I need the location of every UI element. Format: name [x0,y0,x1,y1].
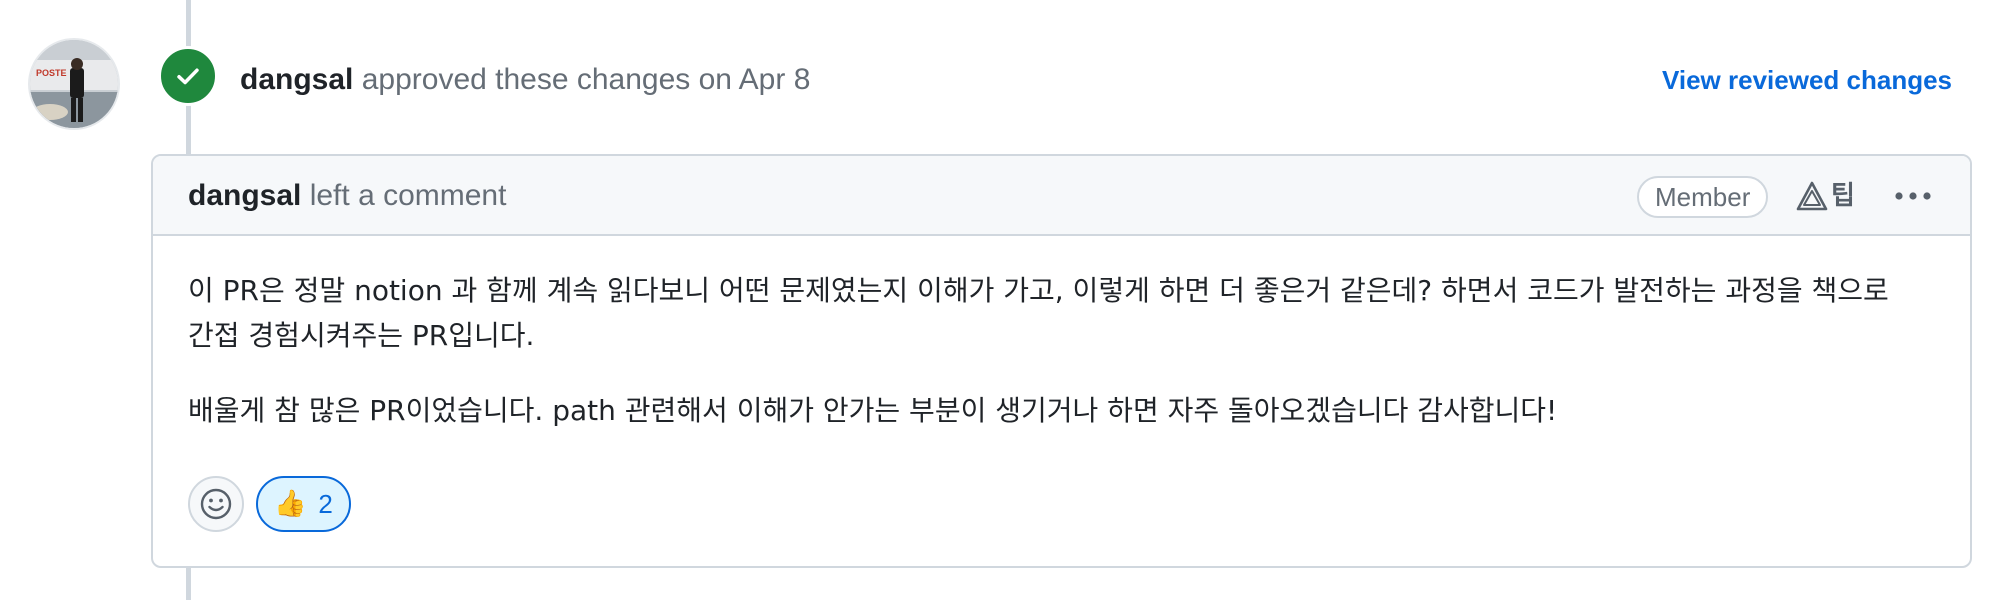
review-comment: dangsal left a comment Member 팁 이 PR은 정말… [151,154,1972,568]
comment-paragraph: 배울게 참 많은 PR이었습니다. path 관련해서 이해가 안가는 부분이 … [188,394,1558,427]
approved-status-badge [158,46,218,106]
add-reaction-button[interactable] [188,476,244,532]
view-reviewed-changes-link[interactable]: View reviewed changes [1662,62,1952,98]
kebab-horizontal-icon [1895,192,1931,200]
reaction-count: 2 [318,488,333,519]
avatar-photo: POSTE [30,40,118,128]
comment-action-text: left a comment [301,179,507,212]
report-button[interactable]: 팁 [1795,178,1855,214]
member-badge: Member [1637,176,1769,218]
reactions-bar: 👍 2 [188,476,351,532]
comment-body: 이 PR은 정말 notion 과 함께 계속 읽다보니 어떤 문제였는지 이해… [188,268,1910,463]
smiley-icon [200,488,232,520]
comment-byline: dangsal left a comment [188,178,506,214]
check-icon [177,68,199,85]
avatar[interactable]: POSTE [28,38,120,130]
comment-header: dangsal left a comment Member 팁 [153,156,1970,236]
svg-text:POSTE: POSTE [36,68,67,78]
report-label: 팁 [1831,181,1855,211]
review-action-text: approved these changes on Apr 8 [353,63,811,96]
review-summary: dangsal approved these changes on Apr 8 [240,60,810,100]
thumbs-up-icon: 👍 [274,489,307,519]
review-author-link[interactable]: dangsal [240,63,353,96]
comment-paragraph: 이 PR은 정말 notion 과 함께 계속 읽다보니 어떤 문제였는지 이해… [188,274,1889,352]
warning-triangle-icon [1796,181,1828,211]
comment-author-link[interactable]: dangsal [188,179,301,212]
thumbs-up-reaction[interactable]: 👍 2 [256,476,351,532]
comment-options-button[interactable] [1889,178,1937,214]
